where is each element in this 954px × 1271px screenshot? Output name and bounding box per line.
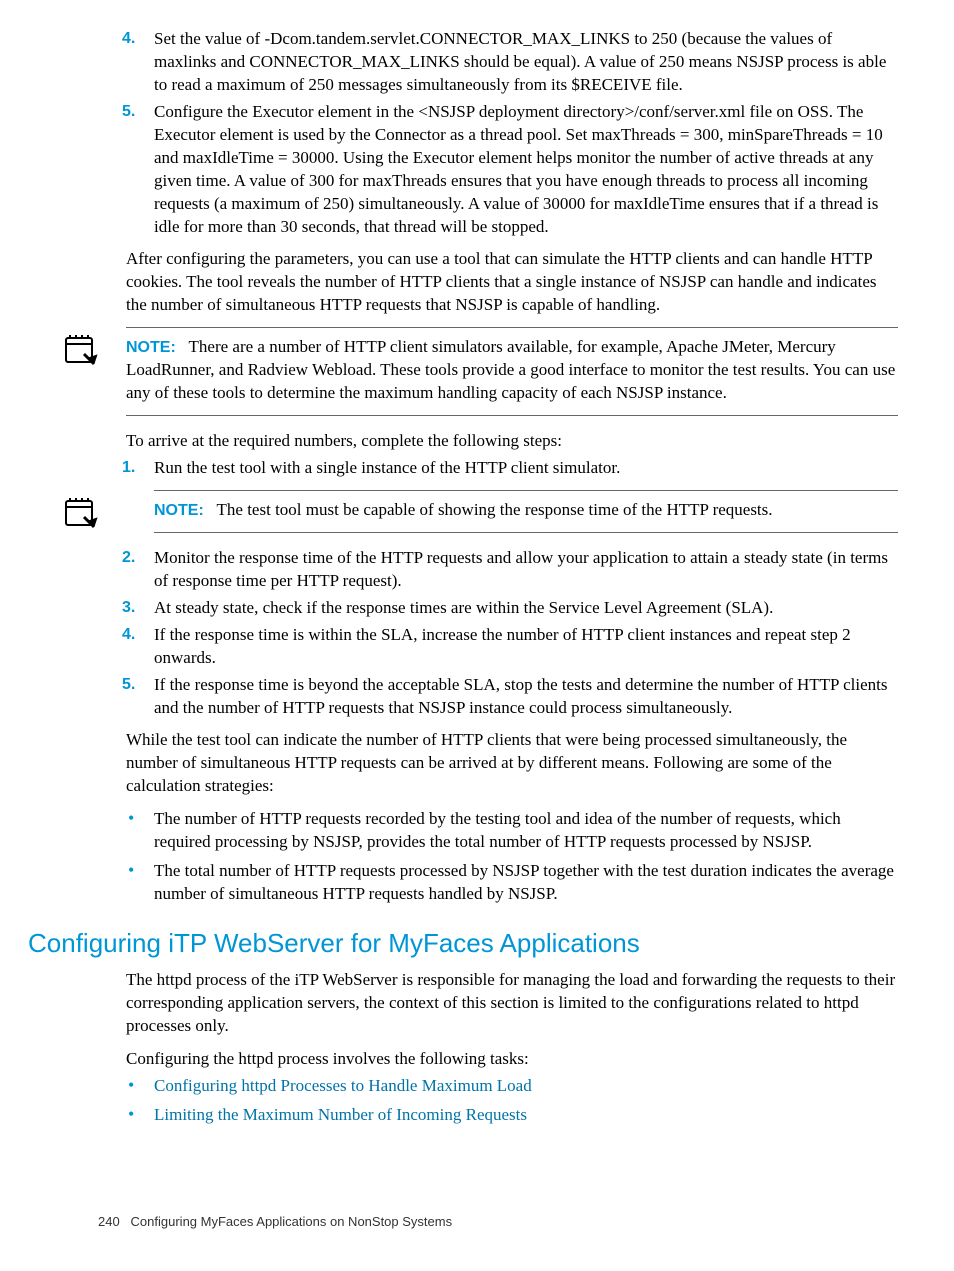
list-item: The total number of HTTP requests proces…	[98, 860, 898, 906]
page-footer: 240 Configuring MyFaces Applications on …	[98, 1213, 452, 1231]
section-heading: Configuring iTP WebServer for MyFaces Ap…	[28, 926, 898, 961]
list-marker: 5.	[122, 101, 135, 123]
list-marker: 4.	[122, 28, 135, 50]
note-block: NOTE: There are a number of HTTP client …	[126, 327, 898, 416]
list-marker: 5.	[122, 674, 135, 696]
list-item: Limiting the Maximum Number of Incoming …	[98, 1104, 898, 1127]
list-marker: 1.	[122, 457, 135, 479]
note-label: NOTE:	[154, 502, 204, 519]
ordered-list-a: 4. Set the value of -Dcom.tandem.servlet…	[98, 28, 898, 238]
paragraph: The httpd process of the iTP WebServer i…	[126, 969, 898, 1038]
ordered-list-b1: 1. Run the test tool with a single insta…	[98, 457, 898, 480]
note-icon	[60, 495, 100, 531]
paragraph: After configuring the parameters, you ca…	[126, 248, 898, 317]
list-item: 4. If the response time is within the SL…	[98, 624, 898, 670]
list-text: The number of HTTP requests recorded by …	[154, 809, 841, 851]
list-item: Configuring httpd Processes to Handle Ma…	[98, 1075, 898, 1098]
list-item: 4. Set the value of -Dcom.tandem.servlet…	[98, 28, 898, 97]
list-marker: 3.	[122, 597, 135, 619]
paragraph: To arrive at the required numbers, compl…	[126, 430, 898, 453]
list-text: Run the test tool with a single instance…	[154, 458, 620, 477]
footer-title: Configuring MyFaces Applications on NonS…	[131, 1214, 453, 1229]
list-text: If the response time is within the SLA, …	[154, 625, 851, 667]
list-marker: 2.	[122, 547, 135, 569]
list-item: 2. Monitor the response time of the HTTP…	[98, 547, 898, 593]
note-text: NOTE: There are a number of HTTP client …	[126, 336, 898, 405]
paragraph: While the test tool can indicate the num…	[126, 729, 898, 798]
page-number: 240	[98, 1214, 120, 1229]
ordered-list-b2: 2. Monitor the response time of the HTTP…	[98, 547, 898, 720]
list-item: The number of HTTP requests recorded by …	[98, 808, 898, 854]
list-text: If the response time is beyond the accep…	[154, 675, 887, 717]
note-body: The test tool must be capable of showing…	[217, 500, 773, 519]
note-label: NOTE:	[126, 339, 176, 356]
note-body: There are a number of HTTP client simula…	[126, 337, 895, 402]
list-text: Monitor the response time of the HTTP re…	[154, 548, 888, 590]
note-icon	[60, 332, 100, 368]
link-text[interactable]: Configuring httpd Processes to Handle Ma…	[154, 1076, 532, 1095]
bullet-list-calc: The number of HTTP requests recorded by …	[98, 808, 898, 906]
list-item: 3. At steady state, check if the respons…	[98, 597, 898, 620]
list-text: At steady state, check if the response t…	[154, 598, 773, 617]
list-text: Set the value of -Dcom.tandem.servlet.CO…	[154, 29, 886, 94]
list-marker: 4.	[122, 624, 135, 646]
paragraph: Configuring the httpd process involves t…	[126, 1048, 898, 1071]
bullet-list-links: Configuring httpd Processes to Handle Ma…	[98, 1075, 898, 1127]
link-text[interactable]: Limiting the Maximum Number of Incoming …	[154, 1105, 527, 1124]
note-block-inline: NOTE: The test tool must be capable of s…	[154, 490, 898, 533]
list-item: 5. If the response time is beyond the ac…	[98, 674, 898, 720]
list-item: 5. Configure the Executor element in the…	[98, 101, 898, 239]
list-text: The total number of HTTP requests proces…	[154, 861, 894, 903]
note-text: NOTE: The test tool must be capable of s…	[154, 499, 898, 522]
list-text: Configure the Executor element in the <N…	[154, 102, 883, 236]
list-item: 1. Run the test tool with a single insta…	[98, 457, 898, 480]
page-content: 4. Set the value of -Dcom.tandem.servlet…	[98, 28, 898, 1127]
